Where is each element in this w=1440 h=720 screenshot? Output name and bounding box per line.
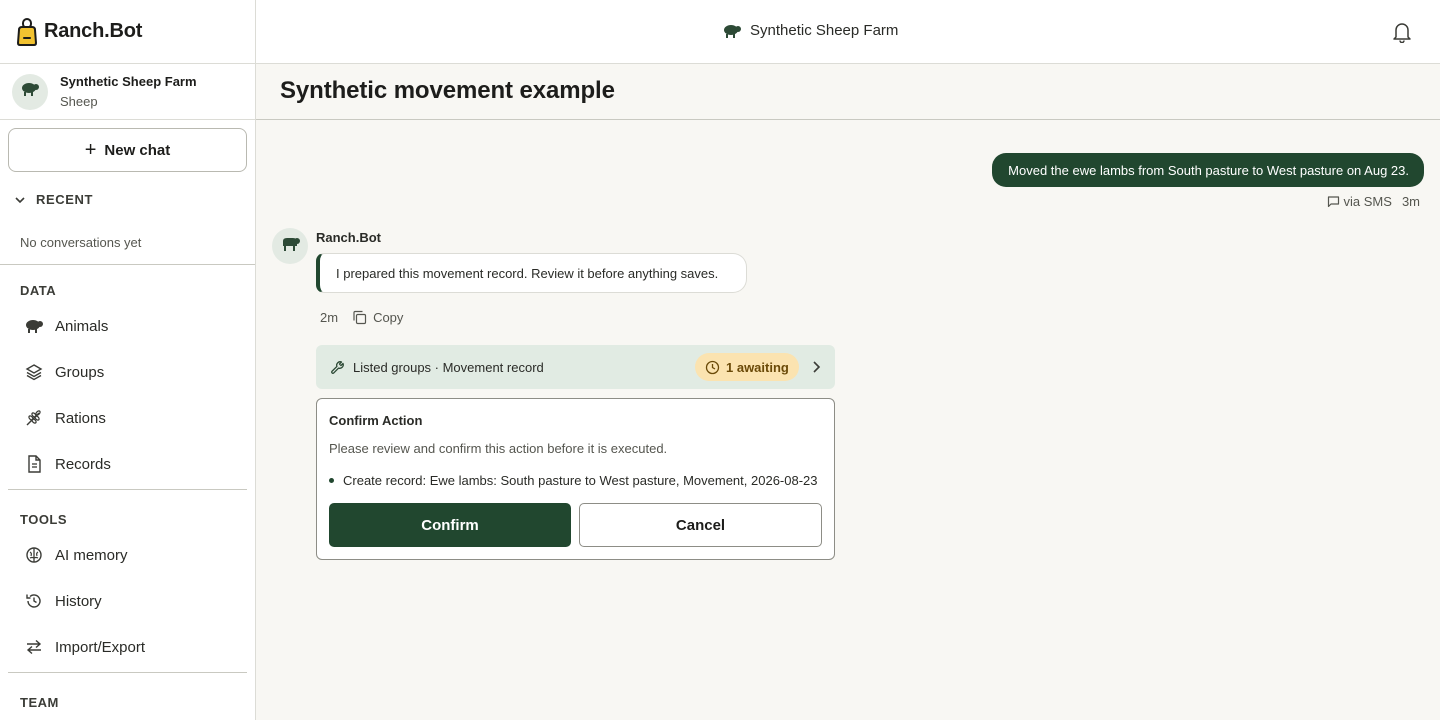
- divider: [8, 489, 247, 490]
- sidebar-item-groups[interactable]: Groups: [24, 352, 104, 392]
- ranch-animal-icon: [280, 236, 300, 257]
- chevron-down-icon: [15, 196, 25, 203]
- sidebar-item-label: Rations: [55, 409, 106, 427]
- no-conversations-text: No conversations yet: [20, 235, 142, 250]
- confirm-card-title: Confirm Action: [329, 413, 423, 428]
- awaiting-text: 1 awaiting: [726, 359, 789, 375]
- copy-label: Copy: [373, 310, 404, 325]
- sidebar-item-label: Import/Export: [55, 638, 146, 656]
- recent-label: RECENT: [36, 192, 94, 207]
- sidebar-item-history[interactable]: History: [24, 581, 102, 621]
- topbar-farm-name: Synthetic Sheep Farm: [750, 22, 899, 39]
- sidebar-item-label: Records: [55, 455, 111, 473]
- layers-icon: [24, 362, 44, 382]
- sheep-icon: [722, 23, 742, 39]
- sidebar-item-label: AI memory: [55, 546, 128, 564]
- brand-header[interactable]: Ranch.Bot: [0, 0, 255, 64]
- tool-strip-label: Listed groups · Movement record: [353, 359, 544, 375]
- clock-icon: [705, 360, 720, 375]
- bot-message-text: I prepared this movement record. Review …: [336, 265, 719, 281]
- sheep-icon: [20, 81, 40, 102]
- confirm-button[interactable]: Confirm: [329, 503, 571, 547]
- recent-section-toggle[interactable]: RECENT: [14, 192, 93, 207]
- bot-author-name: Ranch.Bot: [316, 230, 381, 245]
- bell-icon[interactable]: [1392, 21, 1412, 43]
- page-title: Synthetic movement example: [280, 77, 615, 104]
- data-section-label: DATA: [20, 283, 57, 298]
- cancel-button[interactable]: Cancel: [579, 503, 822, 547]
- tools-section-label: TOOLS: [20, 512, 68, 527]
- wrench-icon: [330, 360, 345, 375]
- sidebar-item-label: Groups: [55, 363, 105, 381]
- title-bar: Synthetic movement example: [256, 64, 1440, 120]
- user-message-meta: via SMS 3m: [1327, 194, 1420, 209]
- bot-message-time: 2m: [320, 310, 339, 325]
- awaiting-badge: 1 awaiting: [695, 353, 799, 381]
- user-message-channel: via SMS: [1343, 194, 1392, 209]
- brand-name: Ranch.Bot: [44, 20, 143, 42]
- confirm-card-item-text: Create record: Ewe lambs: South pasture …: [343, 473, 818, 488]
- bullet-dot: [329, 478, 334, 483]
- bot-avatar: [272, 228, 308, 264]
- bot-message-bubble: I prepared this movement record. Review …: [316, 253, 747, 293]
- copy-button[interactable]: Copy: [352, 310, 403, 325]
- sidebar-item-records[interactable]: Records: [24, 444, 111, 484]
- user-message-text: Moved the ewe lambs from South pasture t…: [1008, 162, 1409, 178]
- sidebar-item-import-export[interactable]: Import/Export: [24, 627, 145, 667]
- confirm-card-item: Create record: Ewe lambs: South pasture …: [329, 473, 818, 488]
- confirm-card-description: Please review and confirm this action be…: [329, 441, 668, 456]
- divider: [0, 264, 255, 265]
- user-message-bubble: Moved the ewe lambs from South pasture t…: [992, 153, 1424, 187]
- tool-activity-strip[interactable]: Listed groups · Movement record 1 awaiti…: [316, 345, 835, 389]
- document-icon: [24, 454, 44, 474]
- sheep-icon: [24, 316, 44, 336]
- chevron-right-icon: [813, 361, 821, 373]
- user-message-time: 3m: [1401, 194, 1420, 209]
- farm-switcher[interactable]: Synthetic Sheep Farm Sheep: [0, 64, 255, 120]
- sidebar-item-label: Animals: [55, 317, 109, 335]
- team-section-label: TEAM: [20, 695, 59, 710]
- sidebar-item-label: History: [55, 592, 102, 610]
- sidebar-item-rations[interactable]: Rations: [24, 398, 106, 438]
- confirm-action-card: Confirm Action Please review and confirm…: [316, 398, 835, 560]
- divider: [8, 672, 247, 673]
- copy-icon: [352, 310, 367, 325]
- farm-type: Sheep: [60, 93, 98, 109]
- ear-tag-icon: [16, 17, 38, 46]
- sidebar-item-ai-memory[interactable]: AI memory: [24, 535, 128, 575]
- farm-avatar: [12, 73, 48, 110]
- sidebar-item-animals[interactable]: Animals: [24, 306, 108, 346]
- new-chat-button[interactable]: + New chat: [8, 128, 247, 172]
- message-icon: [1327, 195, 1340, 208]
- sidebar: Ranch.Bot Synthetic Sheep Farm Sheep + N…: [0, 0, 256, 720]
- top-bar: Synthetic Sheep Farm: [256, 0, 1440, 64]
- farm-name: Synthetic Sheep Farm: [60, 73, 197, 89]
- history-icon: [24, 591, 44, 611]
- arrows-swap-icon: [24, 637, 44, 657]
- topbar-farm: Synthetic Sheep Farm: [722, 22, 898, 39]
- bot-message-meta: 2m Copy: [320, 310, 403, 325]
- new-chat-label: New chat: [104, 141, 171, 159]
- brain-icon: [24, 545, 44, 565]
- wheat-icon: [24, 408, 44, 428]
- plus-icon: +: [84, 139, 97, 161]
